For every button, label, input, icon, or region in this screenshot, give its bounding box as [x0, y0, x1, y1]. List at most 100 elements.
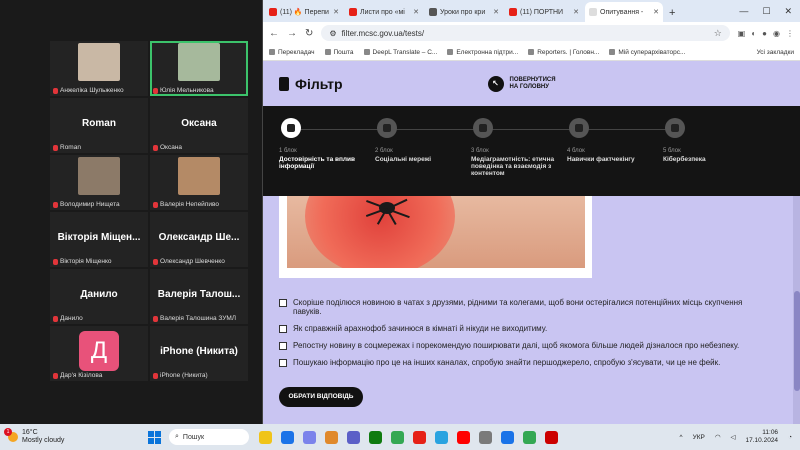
- answer-option[interactable]: Репостну новину в соцмережах і порекомен…: [279, 341, 759, 350]
- taskbar-search[interactable]: ⌕ Пошук: [169, 429, 249, 445]
- clock[interactable]: 11:06 17.10.2024: [746, 429, 779, 445]
- answer-options: Скоріше поділюся новиною в чатах з друзя…: [279, 298, 759, 375]
- browser-tab[interactable]: Уроки про кри ✕: [425, 2, 503, 22]
- answer-checkbox[interactable]: [279, 359, 287, 367]
- participant-tile[interactable]: Юлія Мельникова: [150, 41, 248, 96]
- taskbar-app-icon[interactable]: [435, 430, 448, 444]
- step-number: 2 блок: [375, 148, 393, 154]
- participant-name: Юлія Мельникова: [160, 87, 214, 94]
- reload-icon[interactable]: ↻: [305, 28, 313, 39]
- browser-tab[interactable]: (11) ПОРТНИ ✕: [505, 2, 583, 22]
- answer-option[interactable]: Скоріше поділюся новиною в чатах з друзя…: [279, 298, 759, 316]
- menu-dots-icon[interactable]: ⋮: [786, 29, 794, 38]
- bookmark-item[interactable]: Reporters. | Головн...: [528, 49, 599, 56]
- address-bar[interactable]: ⚙ filter.mcsc.gov.ua/tests/ ☆: [321, 25, 730, 41]
- close-icon[interactable]: ✕: [784, 6, 792, 17]
- weather-text: Mostly cloudy: [22, 437, 65, 444]
- answer-checkbox[interactable]: [279, 325, 287, 333]
- tab-label: (11) ПОРТНИ: [520, 8, 564, 16]
- browser-tab[interactable]: (11) 🔥 Перепи ✕: [265, 2, 343, 22]
- tab-close-icon[interactable]: ✕: [413, 8, 419, 16]
- answer-option[interactable]: Як справжній арахнофоб зачинюся в кімнат…: [279, 324, 759, 333]
- browser-tab[interactable]: Опитування - ✕: [585, 2, 663, 22]
- participant-tile[interactable]: Валерія Талош... Валерія Талошина ЗУМЛ: [150, 269, 248, 324]
- participant-tile[interactable]: Оксана Оксана: [150, 98, 248, 153]
- participant-tile[interactable]: Вікторія Міщен... Вікторія Міщенко: [50, 212, 148, 267]
- participant-tile[interactable]: Данило Данило: [50, 269, 148, 324]
- answer-checkbox[interactable]: [279, 299, 287, 307]
- submit-answer-button[interactable]: ОБРАТИ ВІДПОВІДЬ: [279, 387, 363, 407]
- participant-label: Юлія Мельникова: [153, 87, 246, 94]
- taskbar-app-icon[interactable]: [303, 430, 316, 444]
- quiz-step[interactable]: 2 блок Соціальні мережі: [375, 118, 471, 177]
- taskbar-app-icon[interactable]: [391, 430, 404, 444]
- bookmark-item[interactable]: Мій суперархіваторс...: [609, 49, 685, 56]
- bookmark-item[interactable]: Перекладач: [269, 49, 315, 56]
- participant-tile[interactable]: Д Дар'я Кізілова: [50, 326, 148, 381]
- extension-icon[interactable]: ●: [762, 29, 767, 38]
- participant-name: iPhone (Никита): [160, 372, 208, 379]
- language-indicator[interactable]: УКР: [693, 434, 705, 441]
- bookmark-star-icon[interactable]: ☆: [714, 28, 722, 39]
- taskbar-app-icon[interactable]: [347, 430, 360, 444]
- taskbar-app-icon[interactable]: [413, 430, 426, 444]
- participant-tile[interactable]: Валерія Непейпиво: [150, 155, 248, 210]
- participant-name: Дар'я Кізілова: [60, 372, 103, 379]
- participant-label: Володимир Нищета: [53, 201, 146, 208]
- step-icon: [377, 118, 397, 138]
- answer-option[interactable]: Пошукаю інформацію про це на інших канал…: [279, 358, 759, 367]
- scrollbar-thumb[interactable]: [794, 291, 800, 391]
- participant-label: Анжеліка Шульженко: [53, 87, 146, 94]
- taskbar-app-icon[interactable]: [501, 430, 514, 444]
- forward-arrow-icon[interactable]: →: [287, 28, 297, 39]
- taskbar-app-icon[interactable]: [523, 430, 536, 444]
- site-logo[interactable]: Фільтр: [279, 76, 343, 92]
- answer-checkbox[interactable]: [279, 342, 287, 350]
- windows-start-icon[interactable]: [148, 430, 161, 444]
- wifi-icon[interactable]: ◠: [715, 433, 721, 441]
- weather-widget[interactable]: 1 16°C Mostly cloudy: [4, 428, 148, 445]
- taskbar-app-icon[interactable]: [259, 430, 272, 444]
- muted-mic-icon: [53, 144, 58, 151]
- bookmark-item[interactable]: Електронна підтри...: [447, 49, 518, 56]
- participant-tile[interactable]: Володимир Нищета: [50, 155, 148, 210]
- participant-tile[interactable]: iPhone (Никита) iPhone (Никита): [150, 326, 248, 381]
- quiz-step[interactable]: 4 блок Навички фактчекінгу: [567, 118, 663, 177]
- tab-close-icon[interactable]: ✕: [493, 8, 499, 16]
- maximize-icon[interactable]: ☐: [762, 6, 770, 17]
- bookmark-label: DeepL Translate – С...: [372, 48, 438, 56]
- browser-tab[interactable]: Листи про «мі ✕: [345, 2, 423, 22]
- taskbar-app-icon[interactable]: [479, 430, 492, 444]
- notifications-icon[interactable]: ◔: [788, 434, 792, 441]
- extension-icon[interactable]: ▣: [738, 29, 746, 38]
- volume-icon[interactable]: ◁: [731, 433, 736, 441]
- taskbar-app-icon[interactable]: [369, 430, 382, 444]
- extension-icon[interactable]: ◐: [751, 29, 756, 38]
- tab-favicon-icon: [589, 8, 597, 16]
- chevron-up-icon[interactable]: ^: [680, 434, 683, 441]
- tab-close-icon[interactable]: ✕: [333, 8, 339, 16]
- back-home-link[interactable]: ↖ ПОВЕРНУТИСЯ НА ГОЛОВНУ: [487, 75, 556, 92]
- quiz-step[interactable]: 3 блок Медіаграмотність: етична поведінка…: [471, 118, 567, 177]
- tab-close-icon[interactable]: ✕: [653, 8, 659, 16]
- bookmark-item[interactable]: Пошта: [324, 49, 354, 56]
- taskbar-app-icon[interactable]: [325, 430, 338, 444]
- profile-icon[interactable]: ◉: [773, 29, 780, 38]
- quiz-step[interactable]: 1 блок Достовірність та вплив інформації: [279, 118, 375, 177]
- participant-tile[interactable]: Олександр Ше... Олександр Шевченко: [150, 212, 248, 267]
- back-arrow-icon[interactable]: ←: [269, 28, 279, 39]
- taskbar-app-icon[interactable]: [457, 430, 470, 444]
- tab-close-icon[interactable]: ✕: [573, 8, 579, 16]
- quiz-step[interactable]: 5 блок Кібербезпека: [663, 118, 759, 177]
- participant-tile[interactable]: Анжеліка Шульженко: [50, 41, 148, 96]
- taskbar-app-icon[interactable]: [281, 430, 294, 444]
- new-tab-button[interactable]: +: [665, 7, 679, 22]
- muted-mic-icon: [153, 372, 158, 379]
- minimize-icon[interactable]: —: [739, 6, 748, 17]
- taskbar-app-icon[interactable]: [545, 430, 558, 444]
- site-info-icon[interactable]: ⚙: [329, 29, 336, 38]
- bookmark-item[interactable]: DeepL Translate – С...: [363, 48, 438, 56]
- answer-text: Пошукаю інформацію про це на інших канал…: [293, 358, 721, 367]
- all-bookmarks[interactable]: Усі закладки: [757, 49, 794, 56]
- participant-tile[interactable]: Roman Roman: [50, 98, 148, 153]
